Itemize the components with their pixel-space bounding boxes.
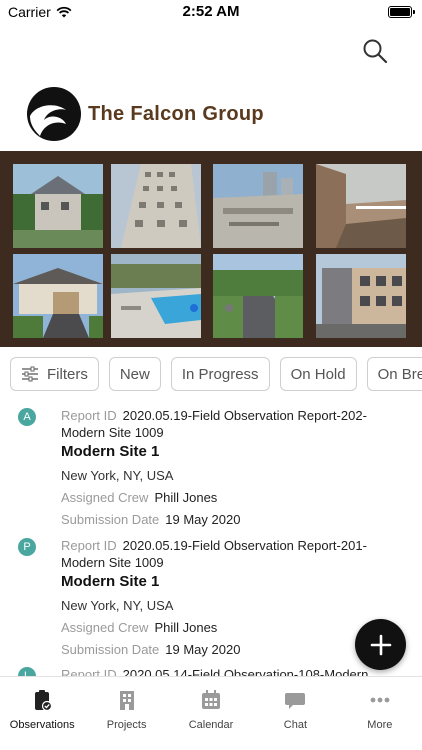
plus-icon bbox=[370, 634, 391, 655]
photo-carousel[interactable] bbox=[0, 151, 422, 347]
assigned-crew-row: Assigned Crew Phill Jones bbox=[61, 619, 392, 636]
report-id-value: 2020.05.19-Field Observation Report-201- bbox=[122, 538, 367, 553]
filter-chip-bar[interactable]: Filters New In Progress On Hold On Brea bbox=[10, 357, 422, 391]
report-id-label: Report ID bbox=[61, 408, 117, 423]
tab-label: More bbox=[367, 719, 393, 731]
filter-chip-on-hold[interactable]: On Hold bbox=[279, 357, 357, 391]
report-body: Report ID 2020.05.19-Field Observation Re… bbox=[61, 537, 392, 658]
filter-chip-new[interactable]: New bbox=[108, 357, 161, 391]
report-site-name: Modern Site 1 bbox=[61, 443, 160, 460]
battery-icon bbox=[388, 6, 415, 18]
filters-label: Filters bbox=[47, 365, 88, 383]
assigned-crew-label: Assigned Crew bbox=[61, 620, 149, 635]
report-id-row: Report ID 2020.05.14-Field Observation-10… bbox=[61, 666, 392, 676]
tab-label: Observations bbox=[9, 719, 75, 731]
carousel-photo[interactable] bbox=[316, 164, 406, 248]
report-avatar: P bbox=[18, 538, 36, 556]
report-site-name: Modern Site 1 bbox=[61, 573, 160, 590]
carousel-dot-active[interactable] bbox=[190, 304, 198, 312]
report-location: New York, NY, USA bbox=[61, 598, 174, 613]
filter-chip-on-break[interactable]: On Brea bbox=[366, 357, 422, 391]
assigned-crew-value: Phill Jones bbox=[154, 620, 218, 635]
sliders-icon bbox=[22, 366, 38, 382]
report-id-value: 2020.05.19-Field Observation Report-202- bbox=[122, 408, 367, 423]
tab-label: Chat bbox=[283, 719, 308, 731]
report-avatar: A bbox=[18, 408, 36, 426]
carousel-photo[interactable] bbox=[111, 254, 201, 338]
submission-date-row: Submission Date 19 May 2020 bbox=[61, 511, 392, 528]
submission-date-label: Submission Date bbox=[61, 642, 160, 657]
report-id-value-cont: Modern Site 1009 bbox=[61, 555, 164, 570]
filter-chip-in-progress[interactable]: In Progress bbox=[170, 357, 270, 391]
carousel-photo[interactable] bbox=[213, 164, 303, 248]
tab-chat[interactable]: Chat bbox=[253, 677, 337, 750]
chip-label: On Hold bbox=[290, 365, 346, 383]
carousel-photo[interactable] bbox=[111, 164, 201, 248]
report-list-item[interactable]: L Report ID 2020.05.14-Field Observation-… bbox=[0, 666, 422, 676]
assigned-crew-value: Phill Jones bbox=[154, 490, 218, 505]
carousel-photo[interactable] bbox=[13, 164, 103, 248]
bottom-tab-bar: Observations Projects Calendar Chat More bbox=[0, 676, 422, 750]
report-list-item[interactable]: A Report ID 2020.05.19-Field Observation … bbox=[0, 407, 422, 527]
tab-label: Projects bbox=[106, 719, 147, 731]
report-body: Report ID 2020.05.14-Field Observation-10… bbox=[61, 666, 392, 676]
chip-label: New bbox=[119, 365, 150, 383]
carousel-photo[interactable] bbox=[13, 254, 103, 338]
assigned-crew-label: Assigned Crew bbox=[61, 490, 149, 505]
calendar-icon bbox=[202, 690, 221, 709]
search-icon[interactable] bbox=[362, 38, 388, 64]
status-bar: Carrier 2:52 AM bbox=[0, 0, 422, 24]
tab-calendar[interactable]: Calendar bbox=[169, 677, 253, 750]
chip-label: On Brea bbox=[377, 365, 422, 383]
tab-projects[interactable]: Projects bbox=[84, 677, 168, 750]
report-id-row: Report ID 2020.05.19-Field Observation Re… bbox=[61, 537, 392, 554]
report-avatar: L bbox=[18, 667, 36, 676]
submission-date-value: 19 May 2020 bbox=[165, 642, 241, 657]
falcon-logo-icon bbox=[27, 87, 81, 141]
submission-date-label: Submission Date bbox=[61, 512, 160, 527]
report-id-row: Report ID 2020.05.19-Field Observation Re… bbox=[61, 407, 392, 424]
filters-button[interactable]: Filters bbox=[10, 357, 99, 391]
chat-bubble-icon bbox=[285, 693, 306, 709]
add-report-button[interactable] bbox=[355, 619, 406, 670]
carousel-dot[interactable] bbox=[225, 304, 233, 312]
tab-label: Calendar bbox=[188, 719, 234, 731]
report-body: Report ID 2020.05.19-Field Observation Re… bbox=[61, 407, 392, 528]
report-id-label: Report ID bbox=[61, 667, 117, 676]
building-icon bbox=[119, 691, 134, 710]
more-dots-icon bbox=[370, 697, 390, 703]
clipboard-check-icon bbox=[35, 690, 53, 711]
tab-observations[interactable]: Observations bbox=[0, 677, 84, 750]
submission-date-row: Submission Date 19 May 2020 bbox=[61, 641, 392, 658]
chip-label: In Progress bbox=[181, 365, 259, 383]
carousel-photo[interactable] bbox=[213, 254, 303, 338]
carousel-photo[interactable] bbox=[316, 254, 406, 338]
clock-time: 2:52 AM bbox=[182, 3, 240, 20]
report-id-label: Report ID bbox=[61, 538, 117, 553]
report-id-value-cont: Modern Site 1009 bbox=[61, 425, 164, 440]
report-location: New York, NY, USA bbox=[61, 468, 174, 483]
tab-more[interactable]: More bbox=[338, 677, 422, 750]
assigned-crew-row: Assigned Crew Phill Jones bbox=[61, 489, 392, 506]
brand-logo: The Falcon Group bbox=[26, 86, 264, 142]
brand-name: The Falcon Group bbox=[88, 102, 264, 125]
submission-date-value: 19 May 2020 bbox=[165, 512, 241, 527]
